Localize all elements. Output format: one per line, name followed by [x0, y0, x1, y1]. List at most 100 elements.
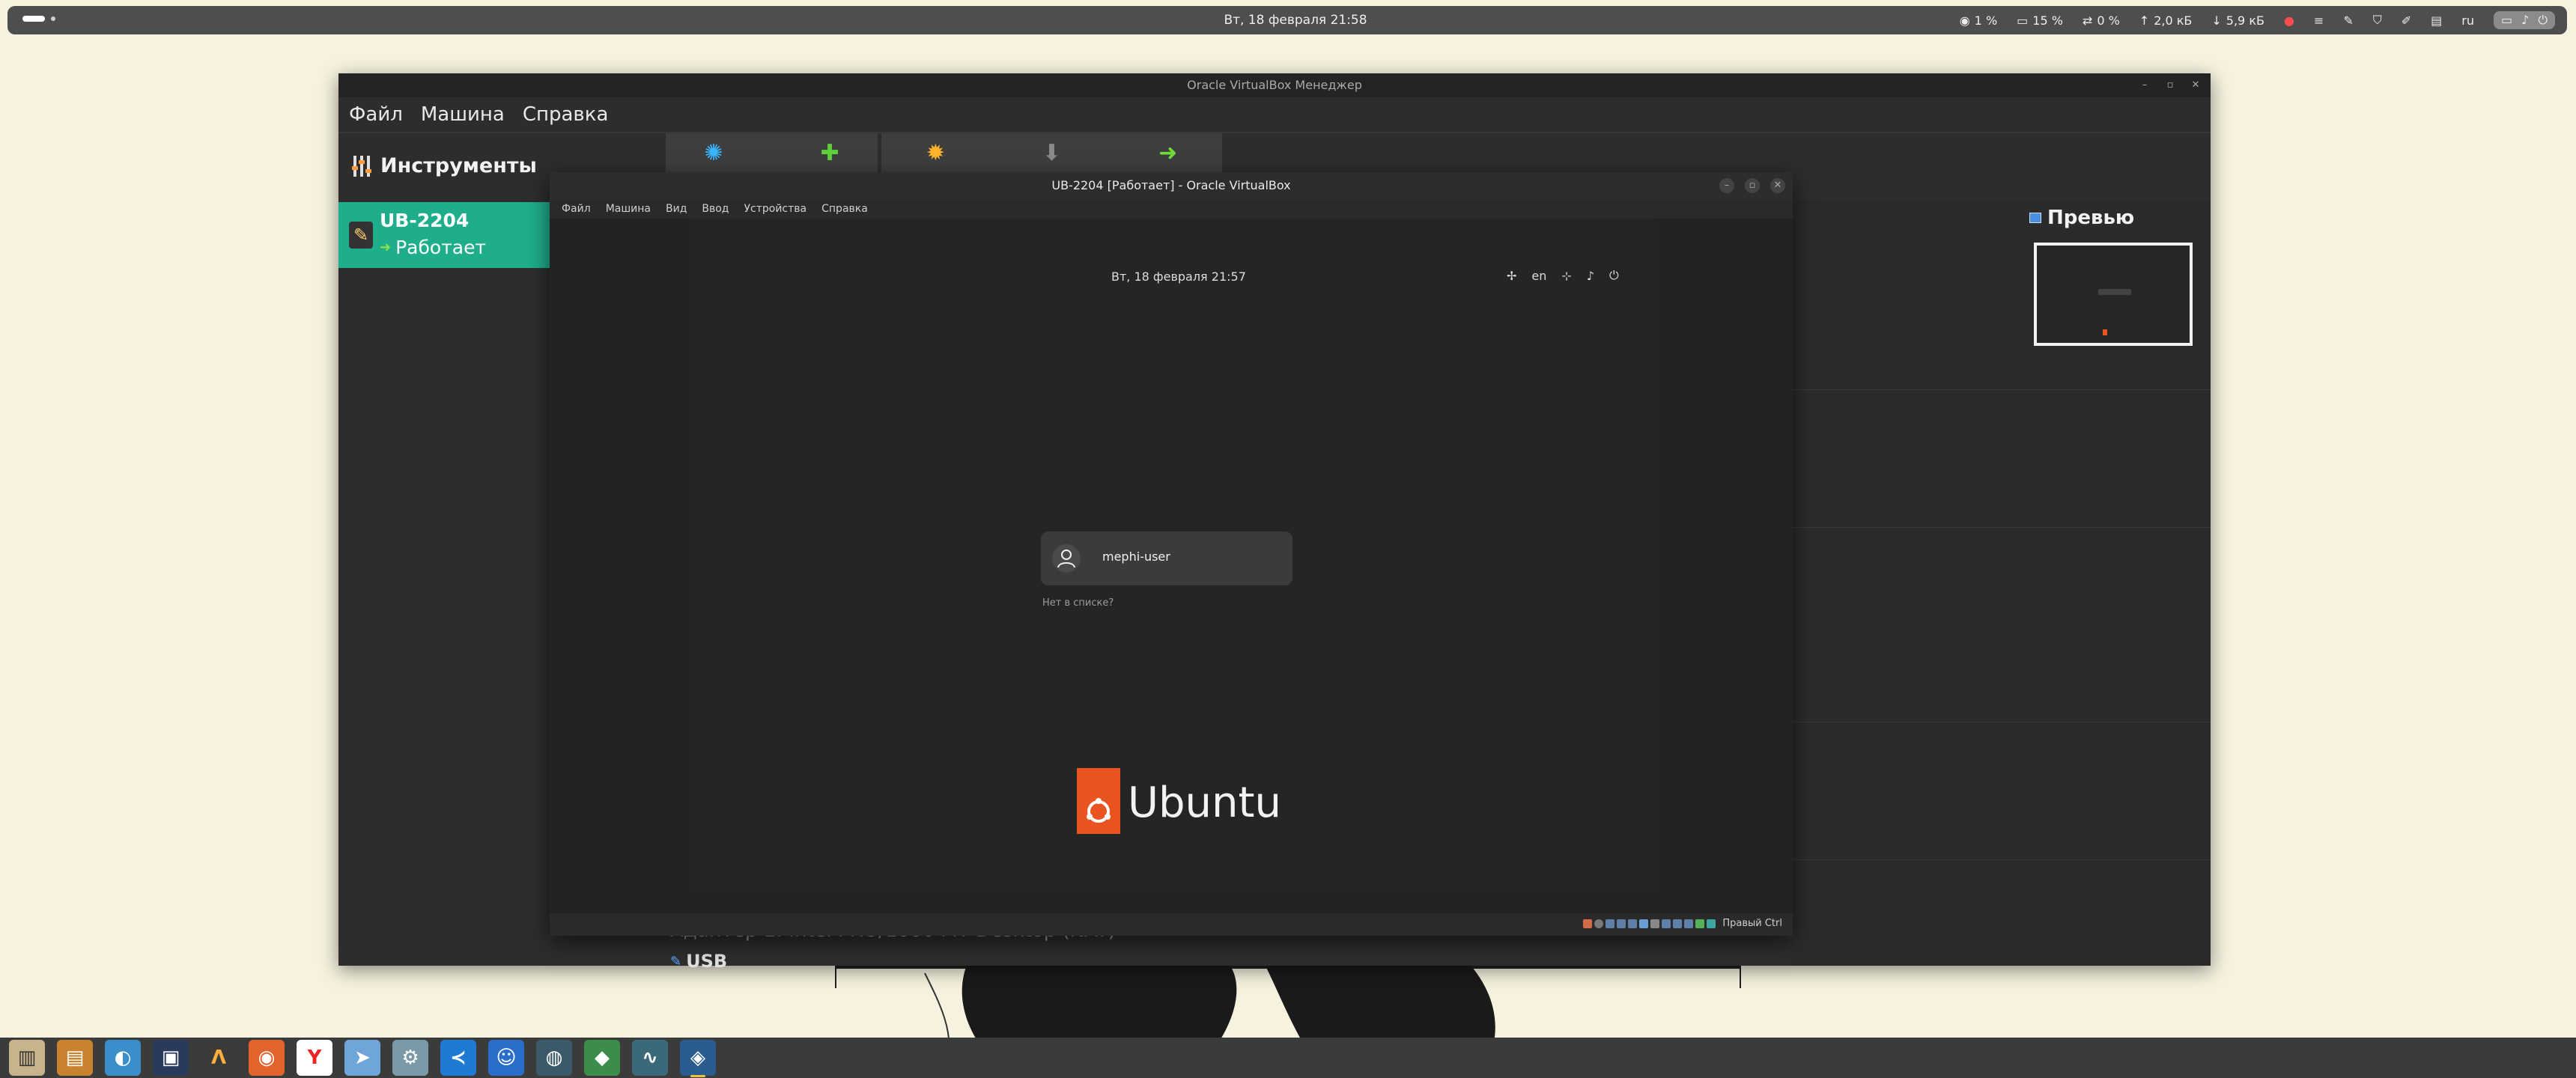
- display-icon[interactable]: [1650, 919, 1660, 928]
- minimize-button[interactable]: –: [2137, 78, 2152, 93]
- download-value: 5,9 кБ: [2226, 13, 2264, 28]
- maximize-button[interactable]: ▫: [2163, 78, 2178, 93]
- sidebar-app-icon[interactable]: ▣: [153, 1040, 189, 1076]
- virtualbox-icon[interactable]: ◈: [680, 1040, 716, 1077]
- menu-machine[interactable]: Машина: [421, 103, 505, 126]
- vm-state: ➜ Работает: [380, 237, 486, 258]
- manager-titlebar[interactable]: Oracle VirtualBox Менеджер – ▫ ✕: [338, 73, 2211, 97]
- vm-close-button[interactable]: ✕: [1770, 178, 1785, 193]
- vm-menubar: Файл Машина Вид Ввод Устройства Справка: [550, 199, 1793, 219]
- messenger-icon[interactable]: ☺: [488, 1040, 524, 1076]
- mouse-integration-icon[interactable]: [1684, 919, 1694, 928]
- vm-menu-devices[interactable]: Устройства: [744, 199, 807, 219]
- add-icon: ✚: [820, 139, 839, 166]
- vm-window: UB-2204 [Работает] - Oracle VirtualBox –…: [550, 172, 1793, 936]
- shared-folders-icon[interactable]: [1639, 919, 1649, 928]
- vm-menu-help[interactable]: Справка: [821, 199, 868, 219]
- not-listed-link[interactable]: Нет в списке?: [1042, 597, 1114, 609]
- preview-icon: [2029, 213, 2041, 223]
- clipboard-icon[interactable]: ▤: [2431, 13, 2442, 28]
- swap-indicator[interactable]: ⇄ 0 %: [2083, 13, 2120, 28]
- vm-menu-file[interactable]: Файл: [562, 199, 591, 219]
- guest-lang[interactable]: en: [1531, 269, 1546, 283]
- recording-icon[interactable]: [1662, 919, 1671, 928]
- power-icon: ⏻: [2538, 13, 2548, 27]
- vm-running-icon[interactable]: [1707, 919, 1716, 928]
- upload-indicator[interactable]: ↑ 2,0 кБ: [2139, 13, 2193, 28]
- upload-value: 2,0 кБ: [2154, 13, 2193, 28]
- activities-button[interactable]: [22, 16, 55, 22]
- tools-icon: [352, 155, 371, 177]
- network-tool-icon[interactable]: ⚙: [392, 1040, 428, 1076]
- audio-icon[interactable]: [1606, 919, 1615, 928]
- date-time[interactable]: Вт, 18 февраля 21:58: [1206, 13, 1385, 28]
- optical-drive-icon[interactable]: [1594, 919, 1604, 928]
- global-tools-button[interactable]: ✺ ✚: [666, 133, 878, 172]
- user-avatar-icon: [1052, 544, 1081, 573]
- vm-window-title: UB-2204 [Работает] - Oracle VirtualBox: [1051, 178, 1291, 192]
- firefox-icon[interactable]: ◉: [249, 1040, 285, 1076]
- guest-display[interactable]: Вт, 18 февраля 21:57 ✢ en ⊹ ♪ ⏻ mephi-us…: [550, 219, 1793, 913]
- vm-titlebar[interactable]: UB-2204 [Работает] - Oracle VirtualBox –…: [550, 172, 1793, 199]
- keyboard-status-icon[interactable]: [1695, 919, 1705, 928]
- guest-volume-icon[interactable]: ♪: [1587, 269, 1594, 283]
- guest-tray: ✢ en ⊹ ♪ ⏻: [1507, 268, 1619, 283]
- storage-icon[interactable]: [1583, 919, 1593, 928]
- memory-value: 15 %: [2032, 13, 2063, 28]
- usb-icon: ✎: [670, 953, 682, 969]
- preview-label: Превью: [2047, 207, 2135, 229]
- text-editor-icon[interactable]: Λ: [201, 1040, 237, 1076]
- vm-name: UB-2204: [380, 210, 470, 231]
- cpu-status-icon[interactable]: [1673, 919, 1683, 928]
- files-icon[interactable]: ▥: [9, 1040, 45, 1076]
- vm-menu-machine[interactable]: Машина: [606, 199, 651, 219]
- memory-icon: ▭: [2017, 13, 2029, 28]
- usb-label: USB: [686, 951, 728, 972]
- network-adapter-icon[interactable]: [1617, 919, 1626, 928]
- yandex-tray-icon[interactable]: ●: [2284, 13, 2294, 28]
- telegram-icon[interactable]: ➤: [344, 1040, 380, 1076]
- cpu-indicator[interactable]: ◉ 1 %: [1960, 13, 1997, 28]
- tray-feather-icon[interactable]: ✎: [2343, 13, 2353, 28]
- network-icon[interactable]: ⊹: [1561, 269, 1571, 283]
- vm-list-item[interactable]: ✎ UB-2204 ➜ Работает: [338, 202, 551, 268]
- menu-help[interactable]: Справка: [523, 103, 609, 126]
- manager-menubar: Файл Машина Справка: [349, 103, 608, 126]
- download-indicator[interactable]: ↓ 5,9 кБ: [2211, 13, 2264, 28]
- machine-tools-button[interactable]: ✹ ⬇ ➜: [881, 133, 1222, 172]
- menu-file[interactable]: Файл: [349, 103, 403, 126]
- screen-icon: ▭: [2501, 13, 2513, 27]
- vscode-icon[interactable]: ≺: [440, 1040, 476, 1076]
- tools-item[interactable]: Инструменты: [352, 154, 537, 177]
- system-indicators: ◉ 1 % ▭ 15 % ⇄ 0 % ↑ 2,0 кБ ↓ 5,9 кБ ● ≡ ✎ ⛉ …: [1960, 11, 2555, 29]
- vm-menu-input[interactable]: Ввод: [702, 199, 729, 219]
- memory-indicator[interactable]: ▭ 15 %: [2017, 13, 2063, 28]
- ubuntu-vm-icon: ✎: [349, 222, 373, 249]
- ubuntu-wordmark: Ubuntu: [1128, 779, 1281, 827]
- keyboard-layout[interactable]: ru: [2461, 13, 2474, 28]
- usb-status-icon[interactable]: [1628, 919, 1638, 928]
- system-monitor-icon[interactable]: ∿: [632, 1040, 668, 1076]
- color-picker-icon[interactable]: ✐: [2402, 13, 2411, 28]
- cpu-value: 1 %: [1974, 13, 1998, 28]
- vm-minimize-button[interactable]: –: [1719, 178, 1734, 193]
- usb-section: ✎ USB: [670, 951, 727, 972]
- vpn-shield-icon[interactable]: ⛉: [2373, 13, 2382, 28]
- user-card[interactable]: mephi-user: [1041, 532, 1292, 585]
- photos-icon[interactable]: ◐: [105, 1040, 141, 1076]
- yandex-browser-icon[interactable]: Y: [297, 1040, 332, 1076]
- manager-toolbar: ✺ ✚ ✹ ⬇ ➜: [666, 133, 1222, 172]
- tray-app-icon[interactable]: ≡: [2314, 13, 2324, 28]
- system-menu[interactable]: ▭ ♪ ⏻: [2494, 11, 2555, 29]
- close-button[interactable]: ✕: [2188, 78, 2203, 93]
- vm-menu-view[interactable]: Вид: [666, 199, 687, 219]
- guest-power-icon[interactable]: ⏻: [1609, 268, 1619, 283]
- arrow-down-icon: ↓: [2211, 13, 2222, 28]
- shapes-app-icon[interactable]: ◆: [584, 1040, 620, 1076]
- accessibility-icon[interactable]: ✢: [1507, 269, 1516, 283]
- guest-clock[interactable]: Вт, 18 февраля 21:57: [1111, 270, 1246, 284]
- media-icon[interactable]: ◍: [536, 1040, 572, 1076]
- archive-icon[interactable]: ▤: [57, 1040, 93, 1076]
- settings-icon: ✹: [926, 139, 945, 166]
- vm-maximize-button[interactable]: ▫: [1745, 178, 1760, 193]
